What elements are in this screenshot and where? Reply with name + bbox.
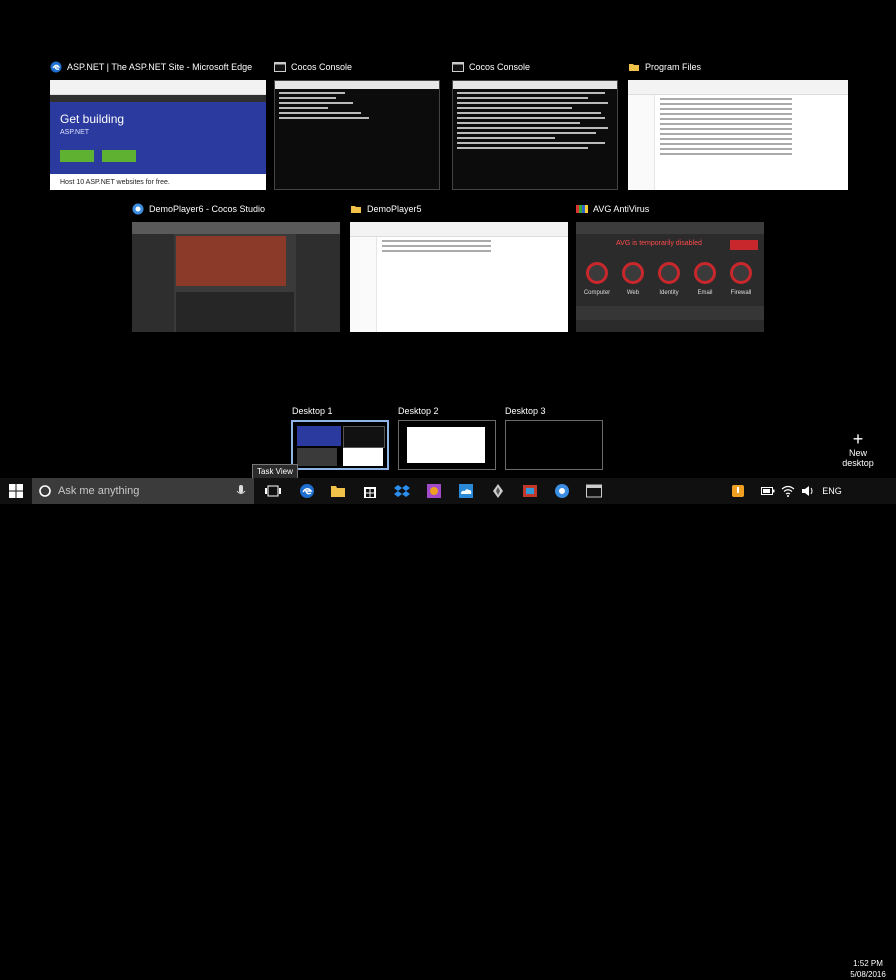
avg-label: Firewall <box>730 290 752 296</box>
window-cocos-studio[interactable]: DemoPlayer6 - Cocos Studio <box>132 200 340 332</box>
file-explorer-icon[interactable] <box>328 481 348 501</box>
window-title: DemoPlayer6 - Cocos Studio <box>149 204 266 214</box>
store-icon[interactable] <box>360 481 380 501</box>
avg-label: Email <box>697 290 713 296</box>
desktop-1-thumbnail[interactable] <box>291 420 389 470</box>
search-box[interactable]: Ask me anything <box>32 478 254 504</box>
clock-date: 5/08/2016 <box>850 970 886 979</box>
app-icon[interactable] <box>520 481 540 501</box>
avg-tray-icon[interactable] <box>728 481 748 501</box>
language-indicator[interactable]: ENG <box>822 481 842 501</box>
windows-start-icon[interactable] <box>8 483 24 499</box>
task-view-icon[interactable] <box>263 481 283 501</box>
window-thumbnail[interactable] <box>274 80 440 190</box>
new-desktop-button[interactable]: + New desktop <box>834 430 882 468</box>
window-title-bar: AVG AntiVirus <box>576 200 764 218</box>
window-title-bar: ASP.NET | The ASP.NET Site - Microsoft E… <box>50 58 266 76</box>
plus-icon: + <box>852 429 864 449</box>
hero-footer: Host 10 ASP.NET websites for free. <box>60 179 170 186</box>
console-icon <box>274 62 286 72</box>
dropbox-icon[interactable] <box>392 481 412 501</box>
app-icon[interactable] <box>424 481 444 501</box>
window-title: Program Files <box>645 62 702 72</box>
window-title: Cocos Console <box>291 62 353 72</box>
search-placeholder: Ask me anything <box>58 485 140 497</box>
desktop-3-label: Desktop 3 <box>505 406 546 416</box>
window-thumbnail[interactable] <box>132 222 340 332</box>
window-title-bar: Cocos Console <box>452 58 618 76</box>
avg-label: Computer <box>583 290 611 296</box>
window-program-files[interactable]: Program Files <box>628 58 848 190</box>
window-demoplayer5[interactable]: DemoPlayer5 <box>350 200 568 332</box>
wifi-icon[interactable] <box>778 481 798 501</box>
window-title-bar: Cocos Console <box>274 58 440 76</box>
window-thumbnail[interactable]: Get building ASP.NET Host 10 ASP.NET web… <box>50 80 266 190</box>
cortana-icon <box>39 485 51 497</box>
avg-alert-text: AVG is temporarily disabled <box>616 240 702 247</box>
clock[interactable]: 1:52 PM 5/08/2016 <box>846 958 890 980</box>
volume-icon[interactable] <box>798 481 818 501</box>
window-title: DemoPlayer5 <box>367 204 422 214</box>
console-taskbar-icon[interactable] <box>584 481 604 501</box>
edge-icon <box>50 61 62 73</box>
app-icon[interactable] <box>488 481 508 501</box>
window-title-bar: DemoPlayer5 <box>350 200 568 218</box>
avg-icon <box>576 205 588 213</box>
cocos-studio-taskbar-icon[interactable] <box>552 481 572 501</box>
window-avg-antivirus[interactable]: AVG AntiVirus AVG is temporarily disable… <box>576 200 764 332</box>
folder-icon <box>629 64 639 71</box>
taskbar: Ask me anything ENG 1:52 PM 5/08/2016 <box>0 478 896 979</box>
window-edge[interactable]: ASP.NET | The ASP.NET Site - Microsoft E… <box>50 58 266 190</box>
console-icon <box>452 62 464 72</box>
desktop-2-thumbnail[interactable] <box>398 420 496 470</box>
window-thumbnail[interactable] <box>452 80 618 190</box>
hero-title: Get building <box>60 112 125 126</box>
avg-label: Identity <box>659 290 679 296</box>
window-thumbnail[interactable] <box>628 80 848 190</box>
clock-time: 1:52 PM <box>853 959 883 968</box>
window-title: ASP.NET | The ASP.NET Site - Microsoft E… <box>67 62 253 72</box>
window-cocos-console-2[interactable]: Cocos Console <box>452 58 618 190</box>
folder-icon <box>351 206 361 213</box>
avg-label: Web <box>626 290 640 296</box>
window-title-bar: Program Files <box>628 58 848 76</box>
window-title-bar: DemoPlayer6 - Cocos Studio <box>132 200 340 218</box>
new-desktop-label: New desktop <box>842 448 874 468</box>
window-title: Cocos Console <box>469 62 531 72</box>
desktop-1-label: Desktop 1 <box>292 406 333 416</box>
desktop-3-thumbnail[interactable] <box>505 420 603 470</box>
window-cocos-console-1[interactable]: Cocos Console <box>274 58 440 190</box>
cocos-studio-icon <box>132 203 144 215</box>
microphone-icon[interactable] <box>236 484 246 498</box>
hero-subtitle: ASP.NET <box>60 129 90 136</box>
desktop-2-label: Desktop 2 <box>398 406 439 416</box>
cloud-app-icon[interactable] <box>456 481 476 501</box>
window-thumbnail[interactable] <box>350 222 568 332</box>
window-title: AVG AntiVirus <box>593 204 650 214</box>
window-thumbnail[interactable]: AVG is temporarily disabled Computer Web… <box>576 222 764 332</box>
battery-icon <box>758 481 778 501</box>
edge-taskbar-icon[interactable] <box>297 481 317 501</box>
